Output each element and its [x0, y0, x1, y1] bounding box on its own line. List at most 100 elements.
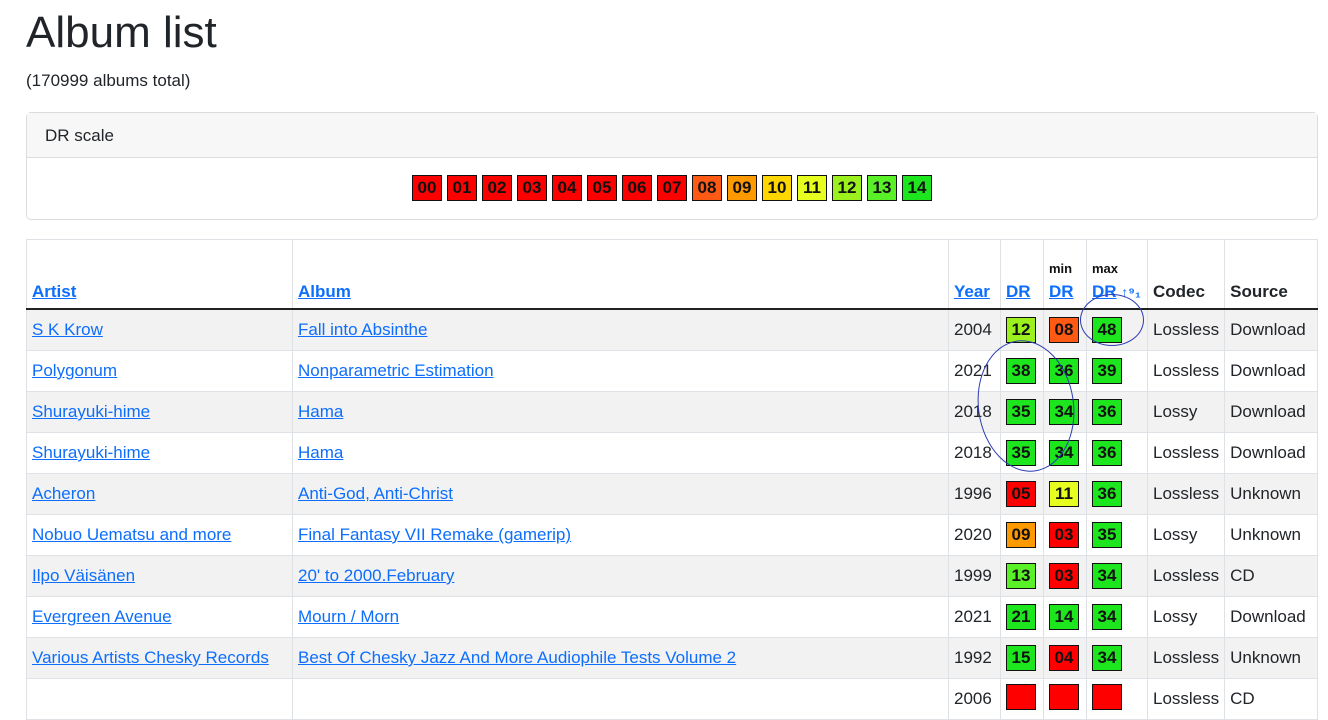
- year: 1999: [948, 555, 1001, 597]
- artist-link[interactable]: Ilpo Väisänen: [32, 566, 135, 585]
- codec: Lossless: [1146, 678, 1226, 720]
- year: 2004: [948, 308, 1001, 351]
- codec: Lossless: [1146, 555, 1226, 597]
- min-dr-badge: 34: [1049, 399, 1079, 425]
- year: 1992: [948, 637, 1001, 679]
- table-row: Ilpo Väisänen 20' to 2000.February 1999 …: [26, 555, 1318, 597]
- max-dr-badge: 34: [1092, 604, 1122, 630]
- max-label: max: [1092, 261, 1119, 276]
- album-link[interactable]: Anti-God, Anti-Christ: [298, 484, 453, 503]
- album-table: Artist Album Year DR min DR max DR ↑⁹₁ Cod…: [26, 239, 1318, 720]
- sort-dr[interactable]: DR: [1006, 282, 1031, 301]
- source: Download: [1224, 350, 1318, 392]
- dr-scale-badge: 12: [832, 175, 862, 201]
- dr-badge: 35: [1006, 399, 1036, 425]
- dr-badge: 35: [1006, 440, 1036, 466]
- artist-link[interactable]: Nobuo Uematsu and more: [32, 525, 231, 544]
- table-row: Evergreen Avenue Mourn / Morn 2021 21 14…: [26, 596, 1318, 638]
- dr-badge: 12: [1006, 317, 1036, 343]
- max-dr-badge: 34: [1092, 563, 1122, 589]
- min-dr-badge: 34: [1049, 440, 1079, 466]
- codec: Lossless: [1146, 637, 1226, 679]
- table-row: 2006 Lossless CD: [26, 678, 1318, 720]
- codec: Lossless: [1146, 432, 1226, 474]
- year: 2018: [948, 432, 1001, 474]
- codec: Lossless: [1146, 473, 1226, 515]
- dr-badge: 05: [1006, 481, 1036, 507]
- album-link[interactable]: Hama: [298, 402, 343, 421]
- max-dr-badge: 36: [1092, 481, 1122, 507]
- dr-badge: 38: [1006, 358, 1036, 384]
- dr-badge: 09: [1006, 522, 1036, 548]
- year: 2018: [948, 391, 1001, 433]
- dr-scale-badge: 06: [622, 175, 652, 201]
- dr-badge: 21: [1006, 604, 1036, 630]
- page-title: Album list: [26, 8, 217, 57]
- artist-link[interactable]: Shurayuki-hime: [32, 443, 150, 462]
- dr-scale-badge: 01: [447, 175, 477, 201]
- min-label: min: [1049, 261, 1073, 276]
- dr-scale-badge: 08: [692, 175, 722, 201]
- album-link[interactable]: Nonparametric Estimation: [298, 361, 494, 380]
- dr-scale-badge: 03: [517, 175, 547, 201]
- source: Unknown: [1224, 637, 1318, 679]
- min-dr-badge: 08: [1049, 317, 1079, 343]
- album-link[interactable]: Mourn / Morn: [298, 607, 399, 626]
- year: 2020: [948, 514, 1001, 556]
- dr-scale-card: DR scale 00 01 02 03 04 05 06 07 08 09 10 11 12 13 14: [26, 112, 1318, 220]
- year: 2021: [948, 596, 1001, 638]
- min-dr-badge: [1049, 683, 1079, 710]
- max-dr-badge: 34: [1092, 645, 1122, 671]
- min-dr-badge: 36: [1049, 358, 1079, 384]
- artist-link[interactable]: Acheron: [32, 484, 95, 503]
- dr-badge: 13: [1006, 563, 1036, 589]
- codec: Lossless: [1146, 350, 1226, 392]
- dr-scale-badge: 09: [727, 175, 757, 201]
- table-row: Nobuo Uematsu and more Final Fantasy VII…: [26, 514, 1318, 556]
- sort-max-dr[interactable]: DR: [1092, 282, 1117, 301]
- dr-scale-badge: 05: [587, 175, 617, 201]
- source: Download: [1224, 391, 1318, 433]
- source: Download: [1224, 308, 1318, 351]
- table-row: Various Artists Chesky Records Best Of C…: [26, 637, 1318, 679]
- artist-link[interactable]: Various Artists Chesky Records: [32, 648, 269, 667]
- min-dr-badge: 03: [1049, 522, 1079, 548]
- artist-link[interactable]: S K Krow: [32, 320, 103, 339]
- sort-album[interactable]: Album: [298, 282, 351, 301]
- table-row: Shurayuki-hime Hama 2018 35 34 36 Lossy …: [26, 391, 1318, 433]
- album-link[interactable]: Final Fantasy VII Remake (gamerip): [298, 525, 571, 544]
- max-dr-badge: 36: [1092, 399, 1122, 425]
- dr-scale-badge: 02: [482, 175, 512, 201]
- max-dr-badge: 48: [1092, 317, 1122, 343]
- table-row: S K Krow Fall into Absinthe 2004 12 08 4…: [26, 308, 1318, 351]
- source: Download: [1224, 432, 1318, 474]
- album-link[interactable]: 20' to 2000.February: [298, 566, 454, 585]
- max-dr-badge: 36: [1092, 440, 1122, 466]
- sort-year[interactable]: Year: [954, 282, 990, 301]
- artist-link[interactable]: Evergreen Avenue: [32, 607, 172, 626]
- sort-artist[interactable]: Artist: [32, 282, 76, 301]
- artist-link[interactable]: Polygonum: [32, 361, 117, 380]
- artist-link[interactable]: Shurayuki-hime: [32, 402, 150, 421]
- album-link[interactable]: Hama: [298, 443, 343, 462]
- max-dr-badge: [1092, 683, 1122, 710]
- album-total: (170999 albums total): [26, 71, 191, 90]
- dr-scale-badge: 07: [657, 175, 687, 201]
- codec: Lossy: [1146, 391, 1226, 433]
- source-header: Source: [1224, 239, 1318, 310]
- source: Unknown: [1224, 514, 1318, 556]
- min-dr-badge: 14: [1049, 604, 1079, 630]
- dr-scale-badge: 04: [552, 175, 582, 201]
- source: Unknown: [1224, 473, 1318, 515]
- album-link[interactable]: Best Of Chesky Jazz And More Audiophile …: [298, 648, 736, 667]
- dr-scale-badge: 00: [412, 175, 442, 201]
- sort-min-dr[interactable]: DR: [1049, 282, 1074, 301]
- album-link[interactable]: Fall into Absinthe: [298, 320, 427, 339]
- dr-scale-header: DR scale: [27, 113, 1317, 158]
- max-dr-badge: 35: [1092, 522, 1122, 548]
- dr-scale: 00 01 02 03 04 05 06 07 08 09 10 11 12 13 14: [27, 175, 1317, 201]
- dr-badge: [1006, 683, 1036, 710]
- sort-ascending-icon: ↑⁹₁: [1121, 284, 1141, 300]
- year: 2006: [948, 678, 1001, 720]
- year: 1996: [948, 473, 1001, 515]
